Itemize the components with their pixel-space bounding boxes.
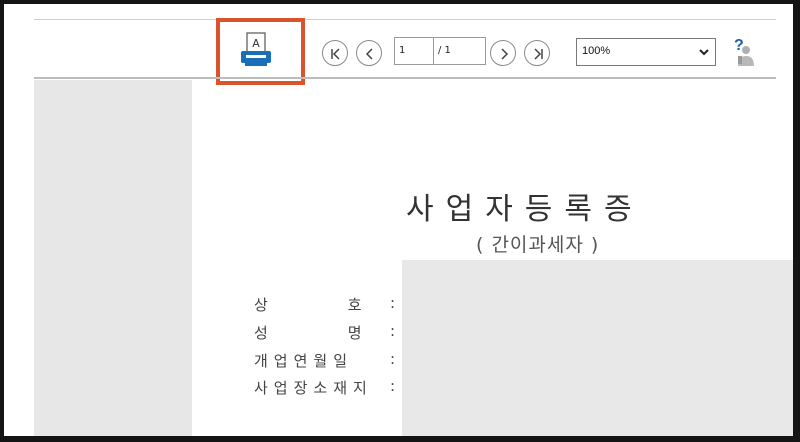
field-label: 사업장소재지 [254,379,373,397]
next-page-icon [501,48,509,60]
prev-page-icon [365,48,373,60]
field-label: 상호 [254,296,442,314]
last-page-icon [534,48,543,60]
field-label: 성명 [254,324,442,342]
next-page-button[interactable] [490,40,516,66]
page-number-input[interactable]: 1 [394,37,434,65]
field-colon: : [390,350,396,368]
field-colon: : [390,322,396,340]
last-page-button[interactable] [524,40,550,66]
help-icon: ? [734,37,754,66]
zoom-value: 100% [582,45,611,57]
document-title: 사업자등록증 [406,192,644,227]
field-label: 개업연월일 [254,352,354,370]
field-colon: : [390,377,396,395]
print-button[interactable]: A [239,31,273,69]
field-row-business-name: 상호 : [254,294,396,318]
field-row-business-address: 사업장소재지 : [254,377,396,401]
toolbar-top-divider [34,19,776,20]
prev-page-button[interactable] [356,40,382,66]
field-row-name: 성명 : [254,322,396,346]
redacted-content-area [402,260,793,436]
document-subtitle: ( 간이과세자 ) [476,234,600,256]
first-page-icon [331,48,340,60]
thumbnail-panel [34,80,192,436]
first-page-button[interactable] [322,40,348,66]
help-button[interactable]: ? [726,36,760,70]
viewer-frame: A 1 / 1 100% ? 사업자등록증 (간이과세자) 상호: 성명 … [4,4,793,436]
field-colon: : [390,294,396,312]
print-icon: A [241,32,271,66]
chevron-down-icon [699,49,709,56]
print-icon-letter: A [252,37,260,50]
field-row-opening-date: 개업연월일 : [254,350,396,374]
help-symbol: ? [734,37,744,54]
toolbar-bottom-divider [34,77,776,79]
zoom-select[interactable]: 100% [576,38,716,66]
page-total-label: / 1 [434,37,486,65]
